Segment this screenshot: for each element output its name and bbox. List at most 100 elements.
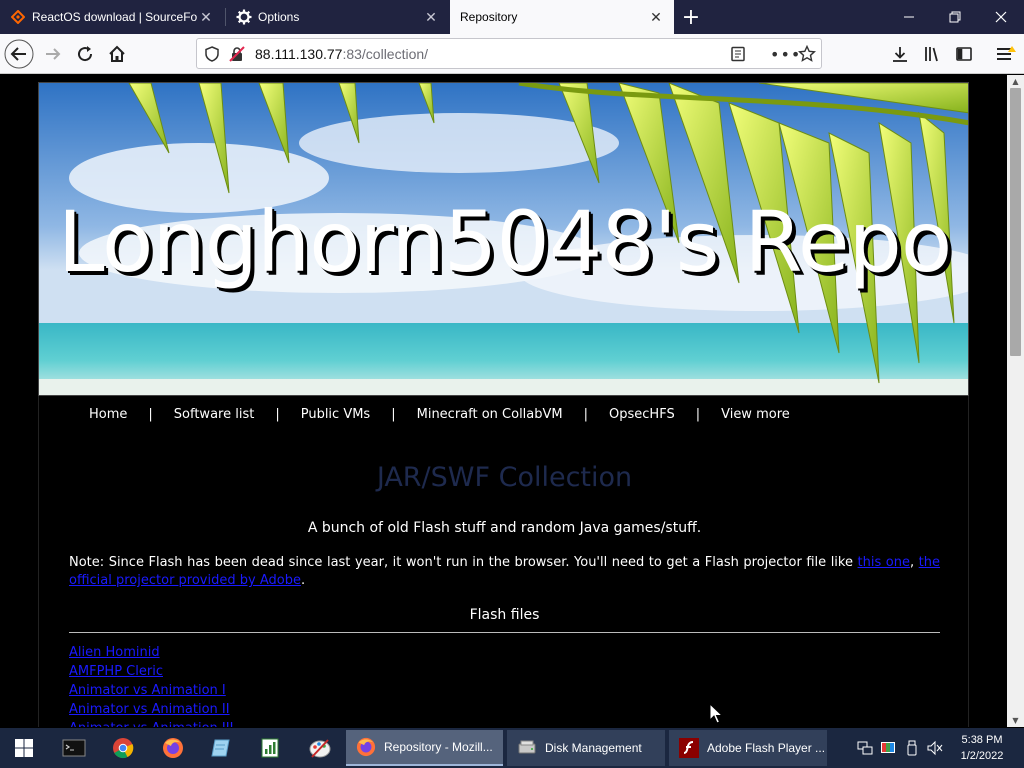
back-arrow-icon bbox=[4, 39, 34, 69]
top-nav-menu: Home | Software list | Public VMs | Mine… bbox=[89, 404, 790, 424]
back-button[interactable] bbox=[4, 39, 34, 69]
forward-arrow-icon bbox=[46, 48, 61, 60]
taskbar-command-prompt[interactable] bbox=[56, 732, 92, 764]
usb-device-icon[interactable] bbox=[903, 739, 921, 757]
site-info-icon[interactable] bbox=[204, 46, 220, 66]
nav-software-list-link[interactable]: Software list bbox=[174, 407, 255, 422]
close-tab-icon[interactable]: ✕ bbox=[423, 9, 439, 25]
nav-view-more-link[interactable]: View more bbox=[721, 407, 790, 422]
new-tab-button[interactable]: + bbox=[674, 0, 708, 34]
minimize-button[interactable] bbox=[886, 0, 932, 34]
browser-tab-strip: ReactOS download | SourceFor ✕ Options ✕… bbox=[0, 0, 1024, 34]
reload-button[interactable] bbox=[70, 39, 100, 69]
tab-repository[interactable]: Repository ✕ bbox=[450, 0, 674, 34]
taskbar-paint[interactable] bbox=[302, 732, 338, 764]
menu-button[interactable] bbox=[991, 39, 1021, 69]
close-tab-icon[interactable]: ✕ bbox=[648, 9, 664, 25]
windows-taskbar: Repository - Mozill... Disk Management A… bbox=[0, 728, 1024, 768]
content-area: Home | Software list | Public VMs | Mine… bbox=[38, 396, 969, 727]
flash-note-paragraph: Note: Since Flash has been dead since la… bbox=[69, 555, 941, 588]
bookmark-star-icon[interactable] bbox=[797, 44, 817, 67]
flash-file-link[interactable]: Animator vs Animation I bbox=[69, 681, 233, 700]
restore-icon bbox=[949, 11, 961, 23]
page-actions-icon[interactable]: ••• bbox=[770, 45, 801, 64]
navigation-toolbar: 88.111.130.77:83/collection/ ••• bbox=[0, 34, 1024, 74]
nav-separator: | bbox=[275, 406, 280, 422]
flash-file-list: Alien Hominid AMFPHP Cleric Animator vs … bbox=[69, 643, 233, 727]
spreadsheet-chart-icon bbox=[261, 738, 279, 758]
scroll-down-icon[interactable]: ▼ bbox=[1007, 714, 1024, 727]
clock-date: 1/2/2022 bbox=[960, 750, 1004, 762]
volume-muted-icon[interactable] bbox=[926, 739, 944, 757]
flash-files-heading: Flash files bbox=[469, 607, 540, 623]
nav-minecraft-link[interactable]: Minecraft on CollabVM bbox=[417, 407, 563, 422]
reader-view-icon[interactable] bbox=[730, 46, 746, 66]
nav-separator: | bbox=[695, 406, 701, 422]
nav-opsechfs-link[interactable]: OpsecHFS bbox=[609, 407, 675, 422]
sidebar-icon bbox=[956, 47, 972, 61]
close-window-button[interactable] bbox=[978, 0, 1024, 34]
network-icon[interactable] bbox=[856, 739, 874, 757]
nav-separator: | bbox=[391, 406, 396, 422]
home-button[interactable] bbox=[102, 39, 132, 69]
clock-time: 5:38 PM bbox=[961, 734, 1003, 746]
firefox-icon bbox=[356, 737, 376, 757]
hamburger-menu-icon bbox=[997, 46, 1016, 60]
page-scrollbar[interactable]: ▲ ▼ bbox=[1007, 75, 1024, 727]
taskbar-spreadsheet[interactable] bbox=[252, 732, 288, 764]
page-subtitle: A bunch of old Flash stuff and random Ja… bbox=[307, 520, 702, 536]
flash-file-link[interactable]: Animator vs Animation II bbox=[69, 700, 233, 719]
tab-reactos-download[interactable]: ReactOS download | SourceFor ✕ bbox=[0, 0, 224, 34]
flash-file-link[interactable]: AMFPHP Cleric bbox=[69, 662, 233, 681]
section-divider bbox=[69, 632, 940, 633]
firefox-icon bbox=[163, 738, 183, 758]
taskbar-notepad[interactable] bbox=[203, 732, 239, 764]
taskbar-task-disk-management[interactable]: Disk Management bbox=[507, 730, 665, 766]
downloads-button[interactable] bbox=[885, 39, 915, 69]
sourceforge-icon bbox=[10, 9, 26, 25]
insecure-lock-icon[interactable] bbox=[229, 46, 245, 66]
flash-file-link[interactable]: Alien Hominid bbox=[69, 643, 233, 662]
web-page: Longhorn5048's Repo Home | Software list… bbox=[0, 75, 1007, 727]
display-color-icon[interactable] bbox=[879, 739, 897, 757]
sidebar-button[interactable] bbox=[949, 39, 979, 69]
nav-separator: | bbox=[148, 406, 153, 422]
paint-palette-icon bbox=[309, 739, 331, 758]
taskbar-chrome[interactable] bbox=[105, 732, 141, 764]
start-button[interactable] bbox=[6, 732, 42, 764]
gear-icon bbox=[236, 9, 252, 25]
reload-icon bbox=[78, 46, 93, 62]
close-tab-icon[interactable]: ✕ bbox=[198, 9, 214, 25]
close-icon bbox=[995, 11, 1007, 23]
library-icon bbox=[925, 47, 938, 62]
notepad-icon bbox=[211, 739, 230, 757]
system-clock[interactable]: 5:38 PM 1/2/2022 bbox=[952, 732, 1012, 764]
taskbar-firefox[interactable] bbox=[155, 732, 191, 764]
nav-separator: | bbox=[583, 406, 589, 422]
minimize-icon bbox=[904, 16, 914, 18]
disk-management-icon bbox=[517, 738, 537, 758]
home-icon bbox=[109, 45, 125, 62]
forward-button[interactable] bbox=[38, 39, 68, 69]
header-banner: Longhorn5048's Repo bbox=[38, 82, 969, 396]
library-button[interactable] bbox=[917, 39, 947, 69]
flash-file-link[interactable]: Animator vs Animation III bbox=[69, 719, 233, 727]
nav-home-link[interactable]: Home bbox=[89, 407, 127, 422]
scroll-up-icon[interactable]: ▲ bbox=[1007, 75, 1024, 88]
taskbar-task-firefox-repository[interactable]: Repository - Mozill... bbox=[346, 730, 503, 766]
url-text[interactable]: 88.111.130.77:83/collection/ bbox=[255, 46, 428, 62]
mouse-cursor-icon bbox=[709, 703, 723, 724]
windows-logo-icon bbox=[15, 739, 33, 757]
command-prompt-icon bbox=[62, 739, 86, 757]
taskbar-task-flash-player[interactable]: Adobe Flash Player ... bbox=[669, 730, 827, 766]
tab-options[interactable]: Options ✕ bbox=[226, 0, 449, 34]
site-title: Longhorn5048's Repo bbox=[57, 193, 953, 291]
download-icon bbox=[893, 47, 907, 62]
restore-button[interactable] bbox=[932, 0, 978, 34]
nav-public-vms-link[interactable]: Public VMs bbox=[301, 407, 371, 422]
flash-icon bbox=[679, 738, 699, 758]
address-bar[interactable]: 88.111.130.77:83/collection/ ••• bbox=[196, 38, 822, 69]
scroll-thumb[interactable] bbox=[1010, 88, 1021, 356]
flash-projector-link[interactable]: this one bbox=[858, 555, 910, 570]
page-heading: JAR/SWF Collection bbox=[376, 462, 633, 493]
